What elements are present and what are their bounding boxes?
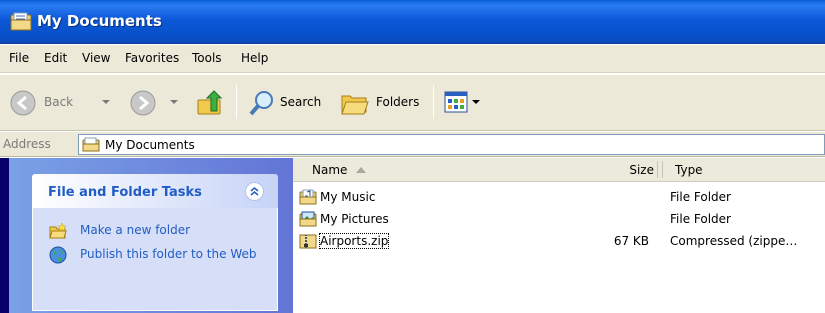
file-size: 67 KB <box>613 234 649 248</box>
menu-help[interactable]: Help <box>241 51 268 65</box>
music-folder-icon <box>299 189 317 205</box>
menu-tools[interactable]: Tools <box>192 51 222 65</box>
collapse-button[interactable] <box>245 182 264 201</box>
column-divider[interactable] <box>662 161 663 178</box>
zip-file-icon <box>299 234 317 249</box>
file-name: My Pictures <box>320 212 389 226</box>
sort-ascending-icon <box>356 167 366 173</box>
column-name-label: Name <box>312 163 348 177</box>
back-dropdown-icon <box>102 100 110 104</box>
forward-arrow-icon <box>130 90 156 116</box>
forward-dropdown-icon <box>170 100 178 104</box>
menu-favorites[interactable]: Favorites <box>125 51 179 65</box>
task-panel-body: Make a new folder Publish this folder to… <box>32 208 278 311</box>
views-dropdown-icon <box>472 100 480 104</box>
file-row[interactable]: Airports.zip 67 KB Compressed (zippe… <box>293 232 825 252</box>
file-folder-tasks-panel: File and Folder Tasks Make a new folder … <box>32 174 278 311</box>
search-button[interactable]: Search <box>244 83 328 121</box>
title-bar[interactable]: My Documents <box>0 0 825 44</box>
task-panel-header[interactable]: File and Folder Tasks <box>32 174 278 208</box>
address-value: My Documents <box>105 138 195 152</box>
views-icon <box>444 91 468 113</box>
address-input[interactable]: My Documents <box>78 134 825 155</box>
address-bar: Address My Documents <box>0 132 825 157</box>
column-header-type[interactable]: Type <box>675 158 825 182</box>
file-row[interactable]: My Pictures File Folder <box>293 210 825 230</box>
make-new-folder-link[interactable]: Make a new folder <box>80 223 190 238</box>
search-label: Search <box>280 95 322 109</box>
column-header-size-area[interactable] <box>625 158 655 182</box>
file-name: Airports.zip <box>318 233 390 249</box>
file-list: Name Size Type My Music File Folder My P… <box>293 158 825 313</box>
menu-edit[interactable]: Edit <box>44 51 67 65</box>
folders-icon <box>341 95 369 115</box>
back-label: Back <box>44 95 74 109</box>
back-button[interactable]: Back <box>6 83 116 121</box>
file-name: My Music <box>320 190 376 204</box>
folder-icon <box>10 12 32 31</box>
folders-label: Folders <box>376 95 420 109</box>
chevron-up-icon <box>250 186 259 196</box>
address-label: Address <box>3 137 51 151</box>
my-documents-icon <box>82 137 100 152</box>
toolbar-separator <box>236 85 237 119</box>
views-button[interactable] <box>442 83 492 121</box>
toolbar-separator <box>433 85 434 119</box>
up-folder-button[interactable] <box>192 83 228 121</box>
menu-view[interactable]: View <box>82 51 110 65</box>
search-icon <box>249 91 273 116</box>
publish-web-icon <box>49 246 67 264</box>
task-pane: File and Folder Tasks Make a new folder … <box>0 158 293 313</box>
forward-button[interactable] <box>124 83 180 121</box>
task-panel-title: File and Folder Tasks <box>48 185 202 200</box>
window-title: My Documents <box>37 12 162 30</box>
file-type: File Folder <box>670 190 731 204</box>
column-header-name[interactable]: Name <box>312 158 657 182</box>
menu-file[interactable]: File <box>9 51 29 65</box>
toolbar: Back Search Folders <box>0 74 825 131</box>
file-type: Compressed (zippe… <box>670 234 798 248</box>
pictures-folder-icon <box>299 211 317 227</box>
new-folder-icon <box>49 222 67 239</box>
back-arrow-icon <box>10 90 36 116</box>
menu-bar: File Edit View Favorites Tools Help <box>0 45 825 73</box>
file-type: File Folder <box>670 212 731 226</box>
column-type-label: Type <box>675 163 703 177</box>
folders-button[interactable]: Folders <box>336 83 426 121</box>
file-row[interactable]: My Music File Folder <box>293 188 825 208</box>
publish-folder-link[interactable]: Publish this folder to the Web <box>80 247 270 262</box>
up-folder-icon <box>197 90 223 115</box>
